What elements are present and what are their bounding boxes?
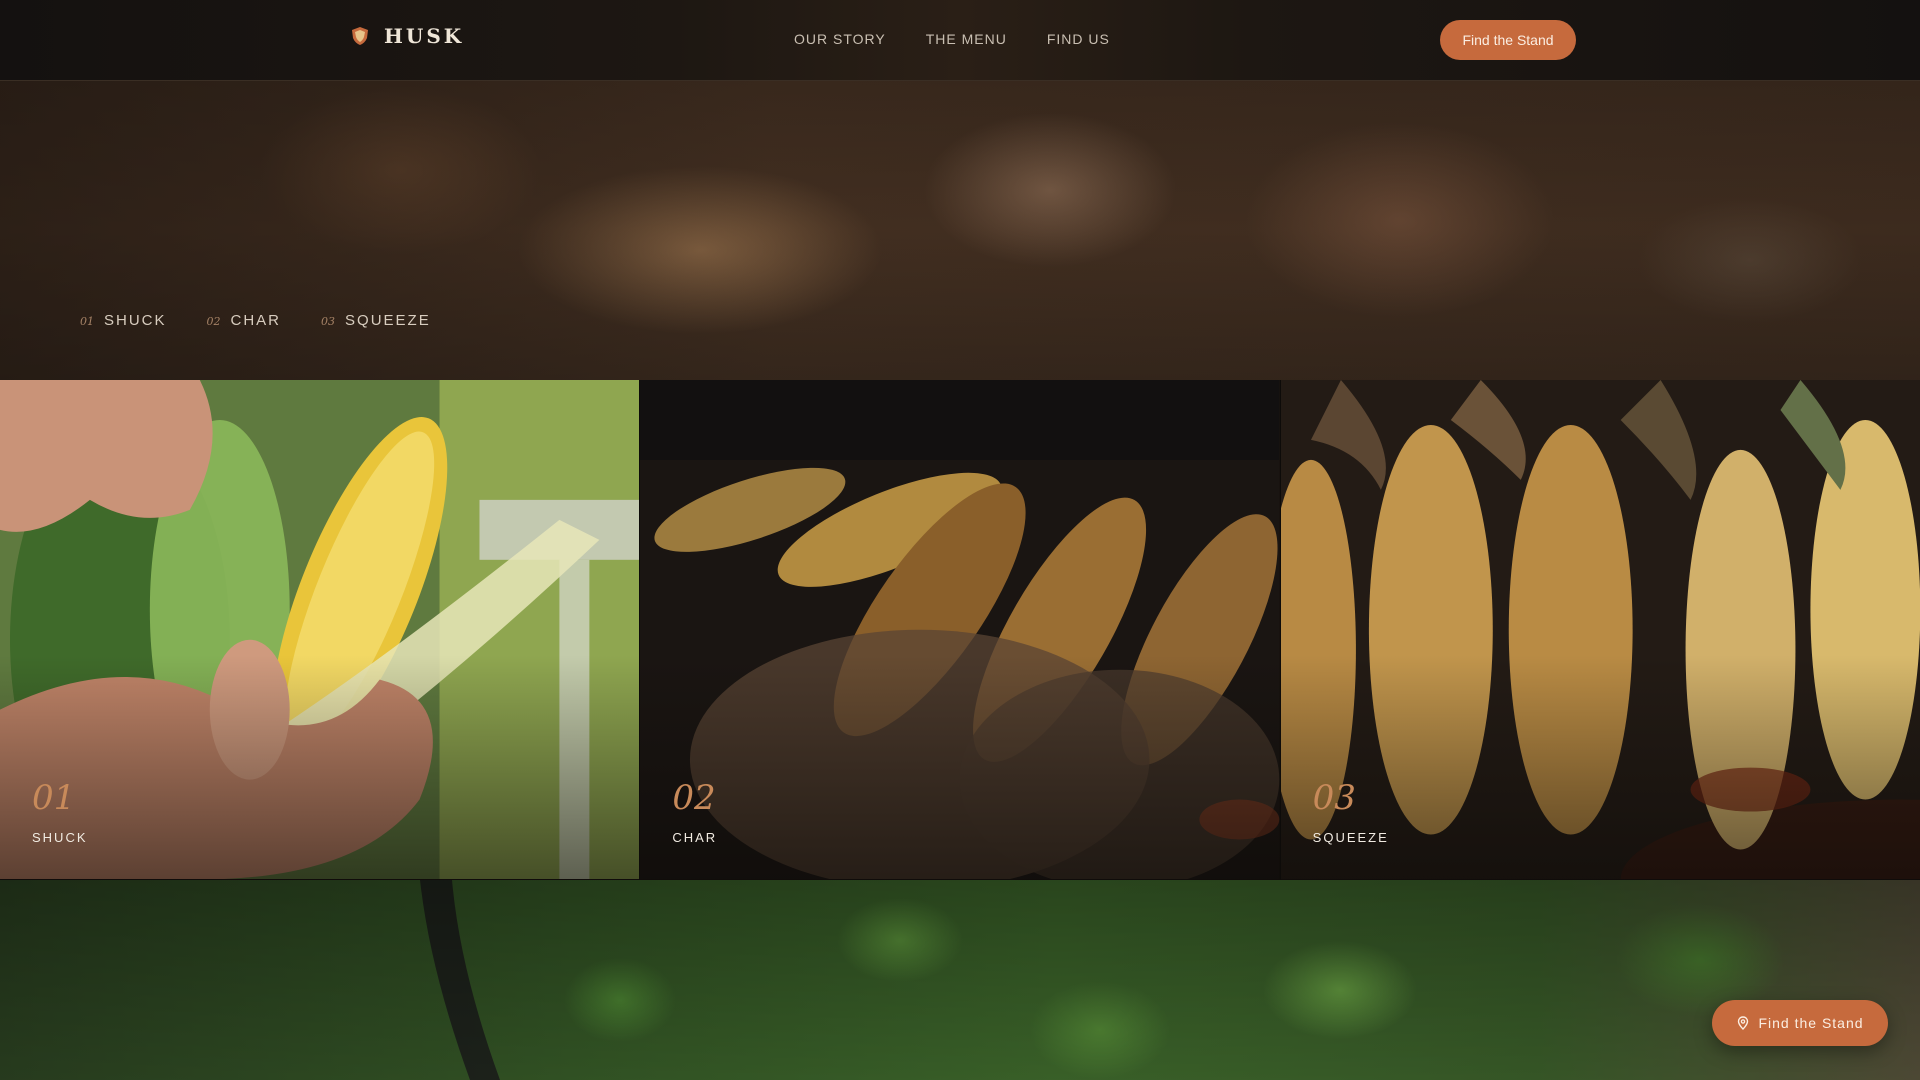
step-label: CHAR bbox=[230, 312, 282, 329]
panel-number: 02 bbox=[672, 778, 716, 818]
shield-logo-icon bbox=[352, 27, 368, 45]
panel-shade bbox=[0, 380, 640, 880]
panel-squeeze[interactable]: 03 SQUEEZE bbox=[1279, 380, 1920, 880]
hero-band: 01 SHUCK 02 CHAR 03 SQUEEZE bbox=[0, 80, 1920, 380]
panel-number: 03 bbox=[1312, 778, 1356, 818]
brand[interactable]: HUSK bbox=[350, 24, 464, 48]
process-panels: 01 SHUCK 02 CHAR 03 SQUEEZE bbox=[0, 380, 1920, 880]
nav-link-the-menu[interactable]: THE MENU bbox=[926, 31, 1007, 47]
panel-shade bbox=[640, 380, 1280, 880]
panel-number: 01 bbox=[32, 778, 76, 818]
step-number: 02 bbox=[206, 315, 221, 328]
nav-link-our-story[interactable]: OUR STORY bbox=[794, 31, 886, 47]
corn-field-band bbox=[0, 880, 1920, 1080]
step-number: 03 bbox=[321, 315, 336, 328]
nav-links: OUR STORY THE MENU FIND US bbox=[794, 31, 1110, 47]
panel-label: SHUCK bbox=[32, 830, 88, 845]
floating-cta-label: Find the Stand bbox=[1758, 1015, 1864, 1031]
panel-char[interactable]: 02 CHAR bbox=[639, 380, 1280, 880]
panel-shade bbox=[1280, 380, 1920, 880]
floating-find-the-stand-button[interactable]: Find the Stand bbox=[1712, 1000, 1888, 1046]
top-nav: HUSK OUR STORY THE MENU FIND US Find the… bbox=[0, 0, 1920, 81]
brand-name: HUSK bbox=[384, 24, 465, 48]
map-pin-icon bbox=[1738, 1016, 1749, 1030]
step-shuck[interactable]: 01 SHUCK bbox=[80, 312, 167, 329]
nav-link-find-us[interactable]: FIND US bbox=[1047, 31, 1110, 47]
find-the-stand-button[interactable]: Find the Stand bbox=[1440, 20, 1576, 60]
panel-label: SQUEEZE bbox=[1312, 830, 1389, 845]
field-hose-decor bbox=[420, 880, 500, 1080]
panel-label: CHAR bbox=[672, 830, 718, 845]
step-label: SQUEEZE bbox=[345, 312, 431, 329]
panel-shuck[interactable]: 01 SHUCK bbox=[0, 380, 640, 880]
step-number: 01 bbox=[80, 315, 94, 328]
step-squeeze[interactable]: 03 SQUEEZE bbox=[321, 312, 431, 329]
step-char[interactable]: 02 CHAR bbox=[207, 312, 282, 329]
step-list: 01 SHUCK 02 CHAR 03 SQUEEZE bbox=[80, 312, 431, 329]
step-label: SHUCK bbox=[104, 312, 167, 329]
